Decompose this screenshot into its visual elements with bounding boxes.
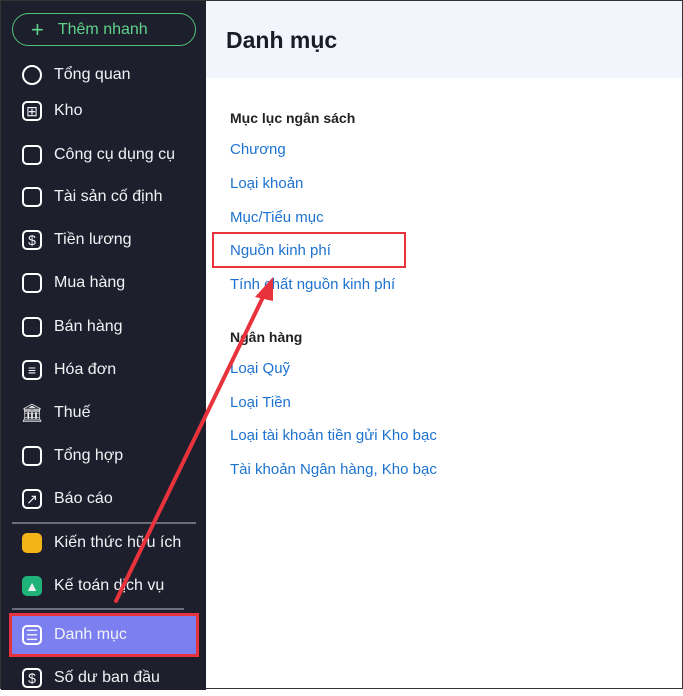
sidebar-item-fixed-assets[interactable]: Tài sản cố định (12, 179, 196, 215)
sidebar-item-label: Thuế (54, 404, 91, 421)
link-fund-type[interactable]: Loại Quỹ (230, 360, 290, 377)
sidebar-item-sales[interactable]: Bán hàng (12, 309, 196, 345)
sidebar-item-accounting-service[interactable]: ▲ Kế toán dịch vụ (12, 568, 196, 604)
section-title-bank: Ngân hàng (230, 329, 303, 345)
sidebar-item-tools[interactable]: Công cụ dụng cụ (12, 137, 196, 173)
knowledge-icon (22, 533, 42, 553)
sidebar-item-label: Số dư ban đầu (54, 669, 160, 686)
sidebar-item-salary[interactable]: $ Tiền lương (12, 222, 196, 258)
sidebar-item-label: Báo cáo (54, 490, 113, 507)
sidebar-item-tax[interactable]: 🏛 Thuế (12, 395, 196, 431)
store-icon (22, 317, 42, 337)
link-funding-nature[interactable]: Tính chất nguồn kinh phí (230, 276, 395, 293)
catalog-icon: ☰ (22, 625, 42, 645)
sidebar-item-knowledge[interactable]: Kiến thức hữu ích (12, 525, 196, 561)
sidebar-item-label: Tài sản cố định (54, 188, 163, 205)
sidebar-item-label: Tiền lương (54, 231, 132, 248)
tools-icon (22, 145, 42, 165)
sidebar: + Thêm nhanh Tổng quan ⊞ Kho Công cụ dụng … (1, 1, 206, 690)
link-sub-item[interactable]: Mục/Tiểu mục (230, 209, 324, 226)
cart-icon (22, 273, 42, 293)
sidebar-item-label: Công cụ dụng cụ (54, 146, 175, 163)
sidebar-item-label: Kiến thức hữu ích (54, 534, 182, 551)
bank-icon: 🏛 (20, 402, 44, 423)
link-treasury-account-type[interactable]: Loại tài khoản tiền gửi Kho bạc (230, 427, 437, 444)
link-chapter[interactable]: Chương (230, 141, 286, 158)
sidebar-item-catalog[interactable]: ☰ Danh mục (9, 613, 199, 657)
sidebar-item-label: Danh mục (54, 626, 127, 643)
link-bank-accounts[interactable]: Tài khoản Ngân hàng, Kho bạc (230, 461, 437, 478)
section-title-budget: Mục lục ngân sách (230, 110, 356, 126)
sidebar-item-label: Mua hàng (54, 274, 126, 291)
link-item-type[interactable]: Loại khoản (230, 175, 303, 192)
service-icon: ▲ (22, 576, 42, 596)
truck-icon (22, 187, 42, 207)
sidebar-item-label: Kế toán dịch vụ (54, 577, 165, 594)
sidebar-item-invoice[interactable]: ≡ Hóa đơn (12, 352, 196, 388)
sidebar-item-label: Tổng hợp (54, 447, 124, 464)
sidebar-item-label: Bán hàng (54, 318, 123, 335)
main-content: Danh mục Mục lục ngân sách Chương Loại k… (206, 1, 682, 688)
divider (12, 522, 196, 524)
salary-bag-icon: $ (22, 230, 42, 250)
plus-icon: + (31, 16, 44, 42)
divider (12, 608, 184, 610)
link-currency[interactable]: Loại Tiền (230, 394, 291, 411)
pie-chart-icon (22, 65, 42, 85)
quick-add-button[interactable]: + Thêm nhanh (12, 13, 196, 46)
sidebar-item-label: Hóa đơn (54, 361, 117, 378)
sidebar-item-purchase[interactable]: Mua hàng (12, 265, 196, 301)
sidebar-item-label: Kho (54, 102, 83, 119)
sidebar-item-label: Tổng quan (54, 66, 131, 83)
page-title: Danh mục (206, 1, 682, 78)
warehouse-icon: ⊞ (22, 101, 42, 121)
sidebar-item-overview[interactable]: Tổng quan (12, 57, 196, 93)
invoice-icon: ≡ (22, 360, 42, 380)
sidebar-item-warehouse[interactable]: ⊞ Kho (12, 93, 196, 129)
sidebar-item-opening-balance[interactable]: $ Số dư ban đầu (12, 660, 196, 696)
highlight-box (212, 232, 406, 268)
quick-add-label: Thêm nhanh (57, 20, 148, 38)
summary-icon (22, 446, 42, 466)
sidebar-item-reports[interactable]: ↗ Báo cáo (12, 481, 196, 517)
balance-icon: $ (22, 668, 42, 688)
sidebar-item-summary[interactable]: Tổng hợp (12, 438, 196, 474)
report-icon: ↗ (22, 489, 42, 509)
